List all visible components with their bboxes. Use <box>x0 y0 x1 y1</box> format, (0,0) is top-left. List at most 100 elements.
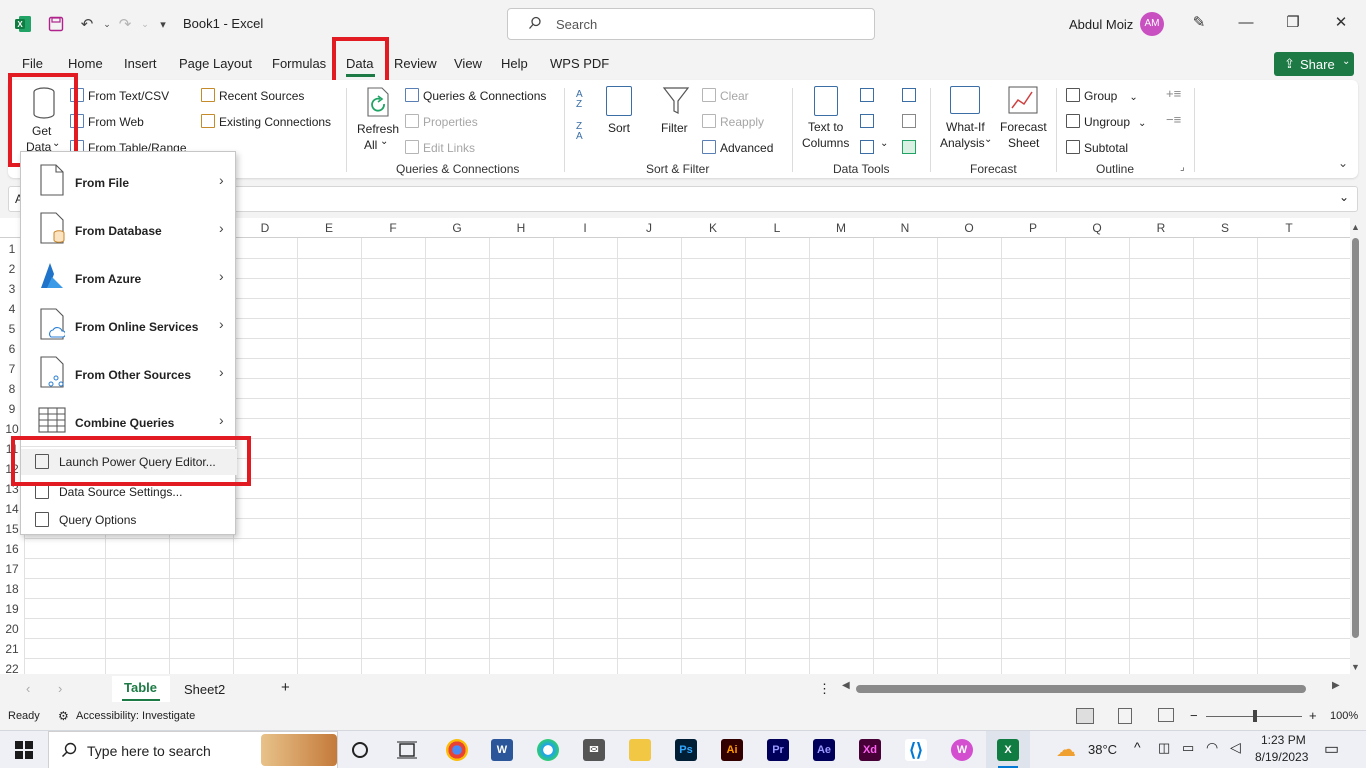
column-header[interactable]: F <box>361 221 425 235</box>
column-header[interactable]: P <box>1001 221 1065 235</box>
column-header[interactable]: N <box>873 221 937 235</box>
properties-button[interactable]: Properties <box>405 114 478 129</box>
photoshop-icon[interactable]: Ps <box>675 739 697 761</box>
scroll-left-icon[interactable]: ◀ <box>842 680 850 691</box>
user-name[interactable]: Abdul Moiz <box>1069 17 1133 32</box>
row-header[interactable]: 21 <box>0 642 24 656</box>
subtotal-button[interactable]: Subtotal <box>1066 140 1128 155</box>
column-header[interactable]: K <box>681 221 745 235</box>
file-explorer-icon[interactable] <box>629 739 651 761</box>
restore-icon[interactable]: ❐ <box>1282 12 1304 34</box>
expand-formula-bar-icon[interactable]: ⌄ <box>1339 190 1349 204</box>
column-header[interactable]: S <box>1193 221 1257 235</box>
dialog-launcher-icon[interactable]: ⌟ <box>1180 162 1185 173</box>
redo-icon[interactable]: ↷ <box>114 13 136 35</box>
column-header[interactable]: H <box>489 221 553 235</box>
zoom-slider-thumb[interactable] <box>1253 710 1257 722</box>
column-header[interactable]: T <box>1257 221 1321 235</box>
sheet-tab-table[interactable]: Table <box>112 676 170 702</box>
recent-sources-button[interactable]: Recent Sources <box>201 88 304 103</box>
row-header[interactable]: 20 <box>0 622 24 636</box>
sheet-tab-sheet2[interactable]: Sheet2 <box>184 682 225 697</box>
tab-page-layout[interactable]: Page Layout <box>179 56 252 71</box>
scroll-thumb[interactable] <box>1352 238 1359 638</box>
customize-toolbar-icon[interactable]: ▾ <box>152 13 174 35</box>
hide-detail-icon[interactable]: −≡ <box>1166 112 1181 127</box>
xd-icon[interactable]: Xd <box>859 739 881 761</box>
row-header[interactable]: 19 <box>0 602 24 616</box>
illustrator-icon[interactable]: Ai <box>721 739 743 761</box>
zoom-level[interactable]: 100% <box>1330 710 1358 722</box>
tab-wps-pdf[interactable]: WPS PDF <box>550 56 609 71</box>
data-validation-icon[interactable] <box>860 140 874 154</box>
zoom-in-button[interactable]: + <box>1309 708 1317 723</box>
what-if-analysis-button[interactable]: What-If Analysis ⌄ <box>938 86 994 152</box>
chevron-down-icon[interactable]: ⌄ <box>880 138 888 149</box>
edit-links-button[interactable]: Edit Links <box>405 140 475 155</box>
reapply-button[interactable]: Reapply <box>702 114 764 129</box>
menu-item-from-azure[interactable]: From Azure › <box>21 252 237 300</box>
column-header[interactable]: Q <box>1065 221 1129 235</box>
volume-icon[interactable]: ◁ <box>1230 739 1241 756</box>
taskbar-search-box[interactable]: Type here to search <box>48 731 338 768</box>
existing-connections-button[interactable]: Existing Connections <box>201 114 331 129</box>
vertical-scrollbar[interactable]: ▲ ▼ <box>1350 222 1362 674</box>
row-header[interactable]: 17 <box>0 562 24 576</box>
word-icon[interactable]: W <box>491 739 513 761</box>
clock-time[interactable]: 1:23 PM <box>1261 733 1306 747</box>
column-header[interactable]: D <box>233 221 297 235</box>
column-header[interactable]: L <box>745 221 809 235</box>
column-header[interactable]: G <box>425 221 489 235</box>
menu-item-query-options[interactable]: Query Options <box>21 507 237 533</box>
column-header[interactable]: I <box>553 221 617 235</box>
undo-icon[interactable]: ↶ <box>76 13 98 35</box>
menu-item-from-online-services[interactable]: From Online Services › <box>21 300 237 348</box>
advanced-filter-button[interactable]: Advanced <box>702 140 773 155</box>
designer-pen-icon[interactable]: ✎ <box>1188 12 1210 34</box>
remove-duplicates-icon[interactable] <box>860 114 874 128</box>
show-detail-icon[interactable]: +≡ <box>1166 86 1181 101</box>
tab-help[interactable]: Help <box>501 56 528 71</box>
weather-temp[interactable]: 38°C <box>1088 742 1117 757</box>
close-icon[interactable]: ✕ <box>1330 12 1352 34</box>
normal-view-icon[interactable] <box>1076 708 1094 724</box>
column-header[interactable]: M <box>809 221 873 235</box>
menu-item-from-file[interactable]: From File › <box>21 156 237 204</box>
column-header[interactable]: R <box>1129 221 1193 235</box>
filter-button[interactable]: Filter <box>658 86 694 138</box>
tab-insert[interactable]: Insert <box>124 56 157 71</box>
sort-z-to-a-button[interactable]: ZA <box>576 122 583 142</box>
page-layout-view-icon[interactable] <box>1118 708 1132 724</box>
tab-file[interactable]: File <box>22 56 43 71</box>
show-hidden-icons-icon[interactable]: ^ <box>1134 739 1141 755</box>
consolidate-icon[interactable] <box>902 88 916 102</box>
search-box[interactable]: Search <box>507 8 875 40</box>
collapse-ribbon-icon[interactable]: ⌄ <box>1338 156 1348 170</box>
excel-taskbar-active[interactable]: X <box>986 731 1030 768</box>
scroll-down-icon[interactable]: ▼ <box>1351 662 1360 672</box>
queries-connections-button[interactable]: Queries & Connections <box>405 88 546 103</box>
after-effects-icon[interactable]: Ae <box>813 739 835 761</box>
mail-icon[interactable]: ✉ <box>583 739 605 761</box>
text-to-columns-button[interactable]: Text to Columns <box>800 86 852 152</box>
forecast-sheet-button[interactable]: Forecast Sheet <box>996 86 1052 152</box>
horizontal-scroll-thumb[interactable] <box>856 685 1306 693</box>
meet-now-icon[interactable]: ◫ <box>1158 740 1170 756</box>
clear-filter-button[interactable]: Clear <box>702 88 749 103</box>
vscode-icon[interactable]: ⟨⟩ <box>905 739 927 761</box>
column-header[interactable]: O <box>937 221 1001 235</box>
share-button[interactable]: ⇪ Share ⌄ <box>1274 52 1354 76</box>
tab-view[interactable]: View <box>454 56 482 71</box>
column-header[interactable]: E <box>297 221 361 235</box>
menu-item-from-other-sources[interactable]: From Other Sources › <box>21 348 237 396</box>
minimize-icon[interactable]: — <box>1235 12 1257 34</box>
chrome-icon[interactable] <box>446 739 468 761</box>
tab-formulas[interactable]: Formulas <box>272 56 326 71</box>
tab-home[interactable]: Home <box>68 56 103 71</box>
tab-review[interactable]: Review <box>394 56 437 71</box>
sort-a-to-z-button[interactable]: AZ <box>576 90 583 110</box>
from-web-button[interactable]: From Web <box>70 114 144 129</box>
add-sheet-button[interactable]: + <box>281 679 290 696</box>
relationships-icon[interactable] <box>902 114 916 128</box>
premiere-icon[interactable]: Pr <box>767 739 789 761</box>
